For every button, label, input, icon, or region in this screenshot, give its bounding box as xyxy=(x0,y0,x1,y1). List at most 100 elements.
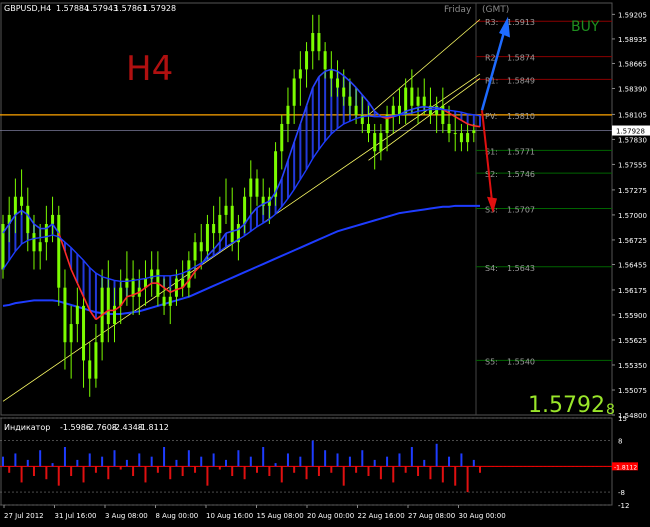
level-value: 1.5874 xyxy=(507,54,535,63)
price-tick-label: 1.56455 xyxy=(618,261,647,269)
candle-body xyxy=(311,33,315,52)
candle-body xyxy=(187,260,191,288)
last-price-tag: 1.57928 xyxy=(616,128,645,136)
candle-body xyxy=(224,205,228,215)
level-name: PV: xyxy=(485,112,497,121)
candle-body xyxy=(354,105,358,115)
candle-body xyxy=(243,196,247,225)
time-tick-label: 10 Aug 16:00 xyxy=(206,512,253,520)
candle-body xyxy=(57,214,61,288)
candle-body xyxy=(230,205,234,243)
candle-body xyxy=(391,105,395,115)
level-value: 1.5849 xyxy=(507,76,535,85)
candle-body xyxy=(348,96,352,106)
price-tick-label: 1.58935 xyxy=(618,36,647,44)
price-tick-label: 1.57830 xyxy=(618,136,647,144)
candle-body xyxy=(472,130,476,134)
price-tick-label: 1.55900 xyxy=(618,312,647,320)
level-value: 1.5540 xyxy=(507,357,535,366)
price-tick-label: 1.58390 xyxy=(618,85,647,93)
level-name: S5: xyxy=(485,357,498,366)
candle-body xyxy=(249,178,253,197)
candle-body xyxy=(336,78,340,88)
gmt-label: (GMT) xyxy=(482,5,509,15)
timeframe-label: H4 xyxy=(126,49,173,89)
chart-canvas: R3: 1.5913R2: 1.5874R1: 1.5849PV: 1.5810S1: 1… xyxy=(0,0,650,523)
candle-body xyxy=(466,133,470,143)
time-tick-label: 31 Jul 16:00 xyxy=(55,512,97,520)
candle-body xyxy=(205,224,209,252)
osc-last-tag: -1.8112 xyxy=(614,464,637,471)
candle-body xyxy=(416,96,420,106)
candle-body xyxy=(106,287,110,325)
candle-body xyxy=(453,133,457,135)
candle-body xyxy=(26,205,30,234)
candle-body xyxy=(75,305,79,325)
candle-body xyxy=(447,123,451,134)
time-tick-label: 15 Aug 08:00 xyxy=(257,512,304,520)
candle-body xyxy=(193,242,197,261)
candle-body xyxy=(162,296,166,306)
candle-body xyxy=(305,51,309,70)
candle-body xyxy=(44,224,48,243)
candle-body xyxy=(323,51,327,70)
candle-body xyxy=(113,305,117,325)
candle-body xyxy=(255,178,259,197)
session-label: Friday xyxy=(444,5,472,15)
osc-tick-label: -12 xyxy=(618,502,629,510)
candle-body xyxy=(459,133,463,143)
time-tick-label: 27 Aug 08:00 xyxy=(408,512,455,520)
candle-body xyxy=(366,123,370,134)
candle-body xyxy=(329,69,333,79)
osc-tick-label: 8 xyxy=(618,438,622,446)
osc-tick-label: -8 xyxy=(618,489,625,497)
candle-body xyxy=(280,123,284,152)
price-tick-label: 1.56175 xyxy=(618,287,647,295)
indicator-title: Индикатор xyxy=(4,423,50,432)
price-tick-label: 1.59205 xyxy=(618,11,647,19)
level-name: S4: xyxy=(485,264,498,273)
price-tick-label: 1.58665 xyxy=(618,60,647,68)
candle-body xyxy=(32,233,36,252)
candle-body xyxy=(38,242,42,252)
current-price-suffix: 8 xyxy=(606,402,615,418)
level-value: 1.5746 xyxy=(507,170,535,179)
candle-body xyxy=(168,296,172,306)
price-tick-label: 1.55350 xyxy=(618,362,647,370)
candle-body xyxy=(174,278,178,297)
level-name: S2: xyxy=(485,170,498,179)
level-value: 1.5707 xyxy=(507,206,535,215)
candle-body xyxy=(292,78,296,106)
time-tick-label: 27 Jul 2012 xyxy=(4,512,44,520)
time-tick-label: 20 Aug 00:00 xyxy=(307,512,354,520)
candle-body xyxy=(94,342,98,379)
time-tick-label: 22 Aug 16:00 xyxy=(358,512,405,520)
price-tick-label: 1.55075 xyxy=(618,387,647,395)
osc-tick-label: 15 xyxy=(618,415,627,423)
level-value: 1.5643 xyxy=(507,264,535,273)
candle-body xyxy=(20,196,24,206)
candle-body xyxy=(212,224,216,234)
ma-fast-segment xyxy=(473,124,481,128)
price-tick-label: 1.56725 xyxy=(618,237,647,245)
candle-body xyxy=(286,105,290,124)
level-value: 1.5810 xyxy=(507,112,535,121)
candle-body xyxy=(82,305,86,361)
level-value: 1.5913 xyxy=(507,18,535,27)
candle-body xyxy=(125,278,129,288)
price-tick-label: 1.57000 xyxy=(618,212,647,220)
candle-body xyxy=(298,69,302,79)
ohlc-close: 1.57928 xyxy=(143,4,176,13)
candle-body xyxy=(422,96,426,106)
price-tick-label: 1.55625 xyxy=(618,337,647,345)
time-tick-label: 30 Aug 00:00 xyxy=(459,512,506,520)
candle-body xyxy=(69,324,73,343)
candle-body xyxy=(342,87,346,97)
current-price-main: 1.5792 xyxy=(528,393,605,418)
candle-body xyxy=(63,287,67,343)
candle-body xyxy=(373,133,377,152)
candle-body xyxy=(317,33,321,52)
candle-body xyxy=(199,242,203,252)
price-tick-label: 1.57555 xyxy=(618,161,647,169)
price-tick-label: 1.58105 xyxy=(618,111,647,119)
